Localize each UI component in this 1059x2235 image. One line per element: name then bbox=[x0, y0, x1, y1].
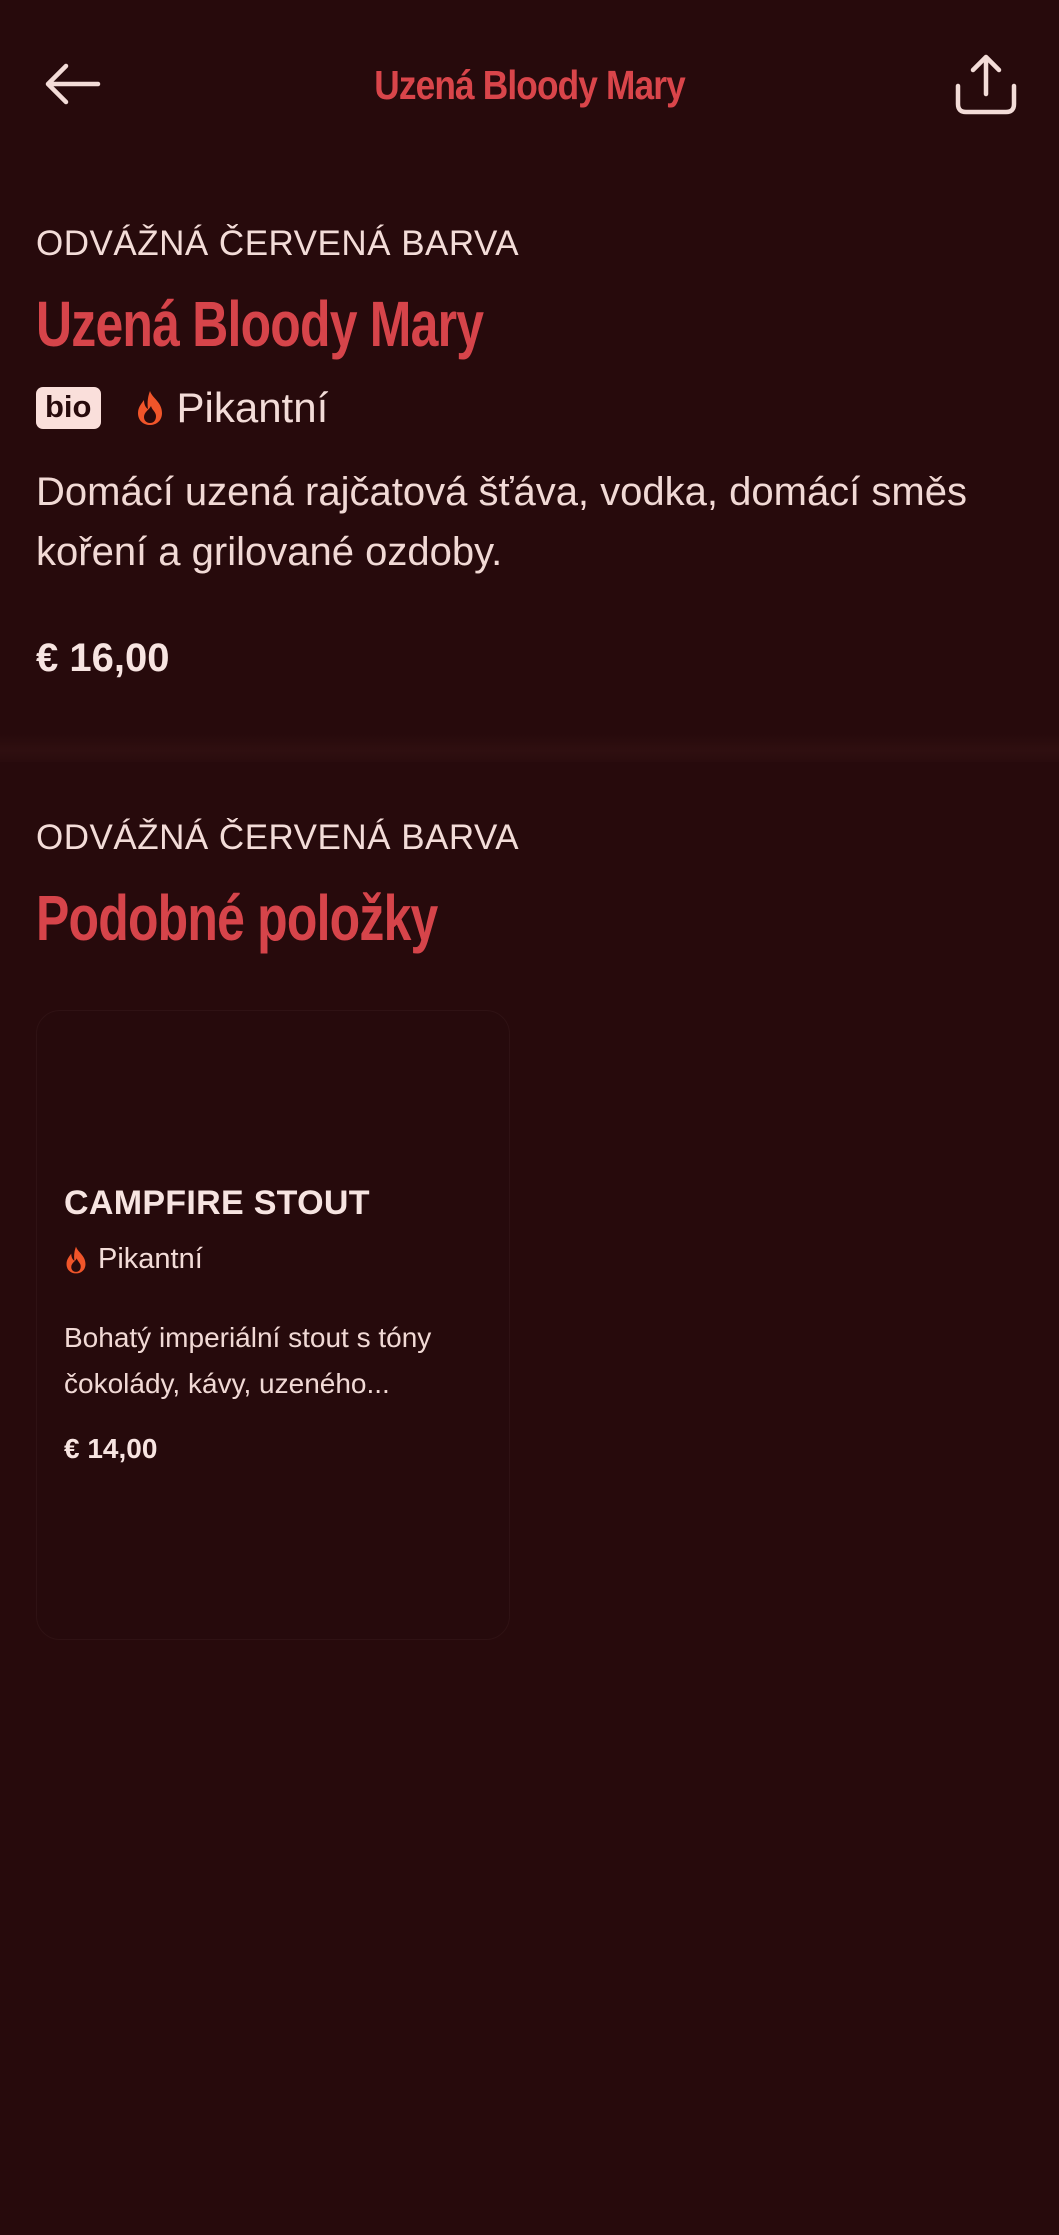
item-category: ODVÁŽNÁ ČERVENÁ BARVA bbox=[36, 224, 520, 263]
similar-item-tag: Pikantní bbox=[64, 1243, 203, 1276]
share-icon bbox=[955, 54, 1017, 115]
section-divider bbox=[0, 734, 1059, 762]
flame-icon bbox=[137, 391, 162, 425]
item-price: € 16,00 bbox=[36, 636, 170, 680]
similar-title: Podobné položky bbox=[36, 882, 438, 954]
similar-item-price: € 14,00 bbox=[64, 1433, 158, 1464]
item-name: Uzená Bloody Mary bbox=[36, 288, 484, 360]
similar-item-description: Bohatý imperiální stout s tóny čokolády,… bbox=[64, 1322, 432, 1399]
share-button[interactable] bbox=[944, 44, 1028, 124]
bio-badge: bio bbox=[36, 387, 101, 429]
spicy-label: Pikantní bbox=[176, 384, 329, 431]
flame-icon bbox=[66, 1246, 86, 1273]
similar-item-card[interactable]: CAMPFIRE STOUT Pikantní Bohatý imperiáln… bbox=[36, 1010, 510, 1640]
top-bar: Uzená Bloody Mary bbox=[0, 0, 1059, 170]
spicy-tag: Pikantní bbox=[135, 384, 329, 432]
similar-category: ODVÁŽNÁ ČERVENÁ BARVA bbox=[36, 818, 520, 857]
similar-item-name: CAMPFIRE STOUT bbox=[64, 1184, 370, 1222]
similar-item-tag-label: Pikantní bbox=[98, 1243, 203, 1275]
item-description: Domácí uzená rajčatová šťáva, vodka, dom… bbox=[36, 470, 967, 574]
item-tags: bio Pikantní bbox=[36, 382, 328, 434]
header-title: Uzená Bloody Mary bbox=[374, 62, 685, 108]
